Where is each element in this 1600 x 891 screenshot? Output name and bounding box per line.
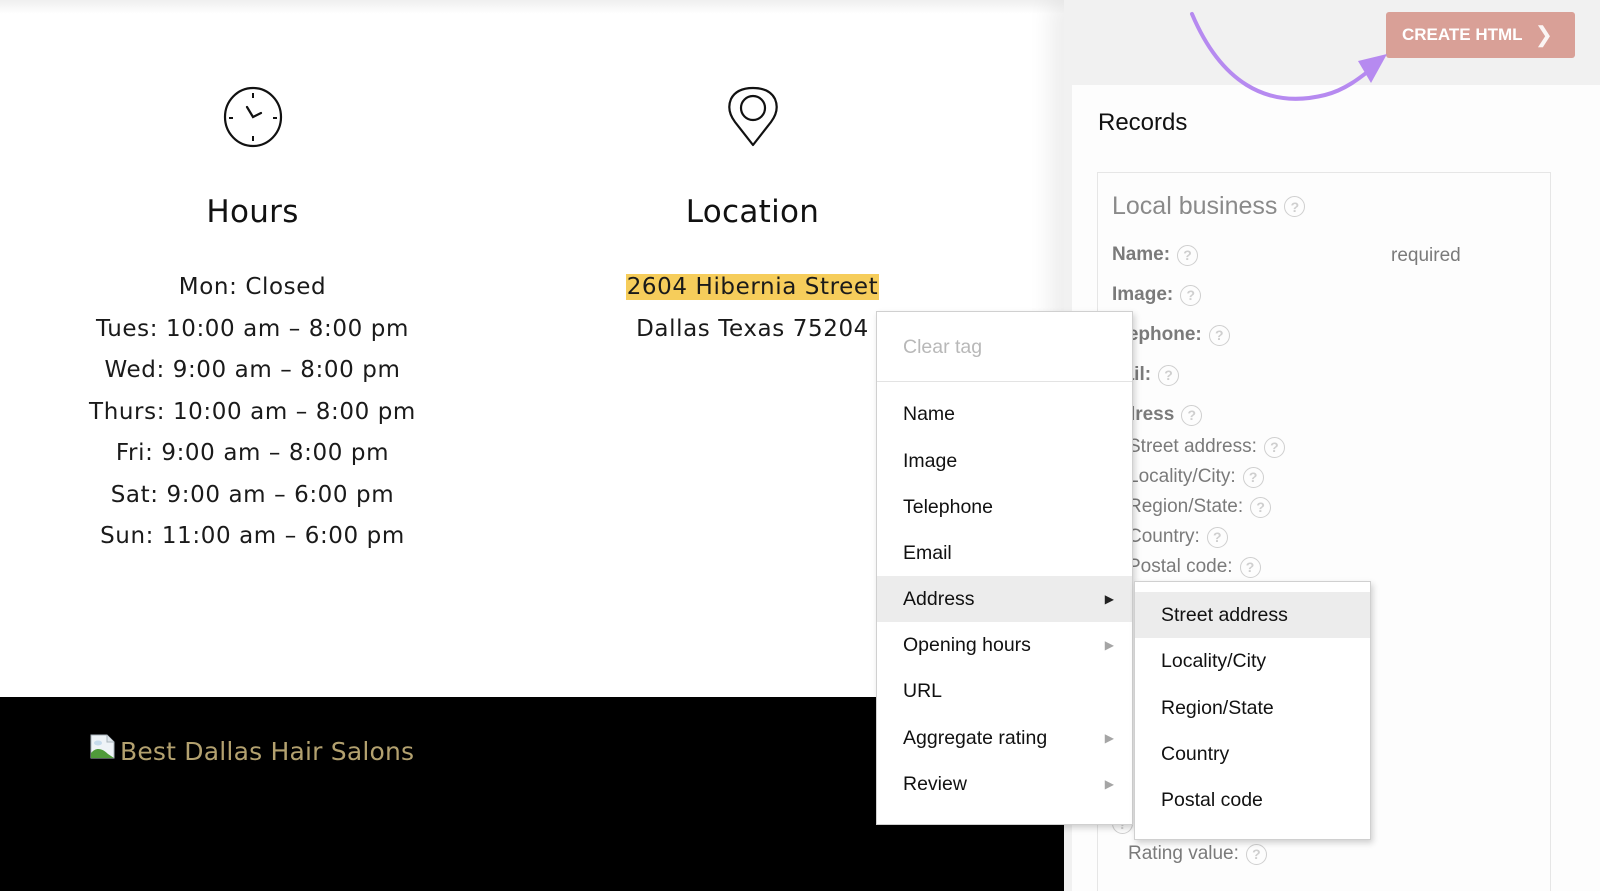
street-address-selected[interactable]: 2604 Hibernia Street	[625, 274, 880, 300]
help-icon[interactable]: ?	[1158, 364, 1180, 386]
submenu-item-locality[interactable]: Locality/City	[1135, 638, 1370, 684]
menu-divider	[877, 381, 1132, 382]
help-icon[interactable]: ?	[1250, 496, 1272, 518]
help-icon[interactable]: ?	[1263, 436, 1285, 458]
field-label: Region/State:	[1128, 496, 1244, 517]
menu-item-aggregate-rating[interactable]: Aggregate rating ▶	[877, 715, 1132, 761]
hours-line: Thurs: 10:00 am – 8:00 pm	[89, 398, 416, 425]
field-label: Image:	[1112, 284, 1174, 305]
submenu-item-country[interactable]: Country	[1135, 731, 1370, 777]
help-icon[interactable]: ?	[1242, 466, 1264, 488]
footer-logo-alt-text: Best Dallas Hair Salons	[120, 737, 415, 766]
field-country: Country:?	[1128, 526, 1228, 548]
submenu-item-label: Locality/City	[1161, 649, 1267, 672]
submenu-arrow-icon: ▶	[1104, 777, 1114, 791]
help-icon[interactable]: ?	[1177, 244, 1199, 266]
submenu-item-label: Country	[1161, 742, 1230, 765]
clock-icon	[222, 86, 284, 152]
submenu-item-postal-code[interactable]: Postal code	[1135, 777, 1370, 823]
submenu-item-label: Region/State	[1161, 696, 1274, 719]
hours-line: Tues: 10:00 am – 8:00 pm	[96, 315, 409, 342]
menu-item-review[interactable]: Review ▶	[877, 761, 1132, 807]
field-postal-code: Postal code:?	[1128, 556, 1261, 578]
submenu-arrow-icon: ▶	[1104, 731, 1114, 745]
submenu-item-label: Street address	[1161, 603, 1288, 626]
menu-item-label: Image	[903, 449, 958, 472]
card-title-text: Local business	[1112, 192, 1278, 220]
hours-heading: Hours	[206, 194, 299, 230]
menu-item-name[interactable]: Name	[877, 391, 1132, 437]
help-icon[interactable]: ?	[1239, 556, 1261, 578]
field-label: Postal code:	[1128, 556, 1233, 577]
field-label: Rating value:	[1128, 843, 1239, 864]
field-label: Locality/City:	[1128, 466, 1236, 487]
submenu-item-region[interactable]: Region/State	[1135, 685, 1370, 731]
menu-item-image[interactable]: Image	[877, 438, 1132, 484]
card-title: Local business ?	[1112, 192, 1306, 221]
help-icon[interactable]: ?	[1208, 324, 1230, 346]
field-label: Name:	[1112, 244, 1171, 265]
footer-logo[interactable]: Best Dallas Hair Salons	[90, 734, 415, 766]
chevron-right-icon: ❯	[1534, 22, 1553, 47]
field-locality: Locality/City:?	[1128, 466, 1264, 488]
menu-item-label: Clear tag	[903, 335, 983, 358]
submenu-item-label: Postal code	[1161, 788, 1263, 811]
hours-list: Mon: Closed Tues: 10:00 am – 8:00 pm Wed…	[60, 272, 445, 563]
menu-item-url[interactable]: URL	[877, 668, 1132, 714]
required-label: required	[1391, 245, 1461, 266]
map-pin-icon	[727, 86, 779, 152]
menu-item-label: Aggregate rating	[903, 726, 1048, 749]
menu-item-label: Address	[903, 587, 975, 610]
menu-item-label: Review	[903, 772, 967, 795]
records-heading: Records	[1098, 109, 1188, 136]
broken-image-icon	[90, 734, 116, 760]
field-image: Image:?	[1112, 284, 1202, 306]
menu-item-email[interactable]: Email	[877, 530, 1132, 576]
menu-item-label: Email	[903, 541, 952, 564]
create-html-label: CREATE HTML	[1402, 25, 1523, 44]
field-name: Name:?	[1112, 244, 1199, 266]
hours-line: Sat: 9:00 am – 6:00 pm	[110, 481, 395, 508]
menu-item-telephone[interactable]: Telephone	[877, 484, 1132, 530]
field-label: Country:	[1128, 526, 1200, 547]
create-html-button[interactable]: CREATE HTML ❯	[1386, 12, 1575, 58]
hours-line: Wed: 9:00 am – 8:00 pm	[104, 357, 401, 383]
hours-line: Mon: Closed	[178, 274, 327, 300]
menu-item-label: Name	[903, 402, 956, 425]
help-icon[interactable]: ?	[1284, 196, 1306, 217]
submenu-item-street-address[interactable]: Street address	[1135, 592, 1370, 638]
field-rating-value: Rating value:?	[1128, 843, 1267, 865]
submenu-arrow-icon: ▶	[1104, 638, 1114, 652]
submenu-arrow-icon: ▶	[1104, 592, 1114, 606]
field-street-address: Street address:?	[1128, 436, 1285, 458]
menu-item-address[interactable]: Address ▶	[877, 576, 1132, 622]
location-heading: Location	[685, 194, 820, 230]
help-icon[interactable]: ?	[1181, 404, 1203, 426]
hours-line: Fri: 9:00 am – 8:00 pm	[115, 440, 390, 466]
help-icon[interactable]: ?	[1245, 843, 1267, 865]
menu-item-label: Opening hours	[903, 633, 1031, 656]
address-submenu: Street address Locality/City Region/Stat…	[1134, 581, 1371, 840]
tag-context-menu: Clear tag Name Image Telephone Email Add…	[876, 311, 1133, 825]
menu-item-label: Telephone	[903, 495, 993, 518]
hours-line: Sun: 11:00 am – 6:00 pm	[100, 523, 405, 549]
field-region: Region/State:?	[1128, 496, 1272, 518]
field-label: Street address:	[1128, 436, 1257, 457]
menu-item-clear-tag[interactable]: Clear tag	[877, 324, 1132, 370]
menu-item-label: URL	[903, 679, 943, 702]
menu-item-opening-hours[interactable]: Opening hours ▶	[877, 622, 1132, 668]
help-icon[interactable]: ?	[1180, 284, 1202, 306]
help-icon[interactable]: ?	[1206, 526, 1228, 548]
